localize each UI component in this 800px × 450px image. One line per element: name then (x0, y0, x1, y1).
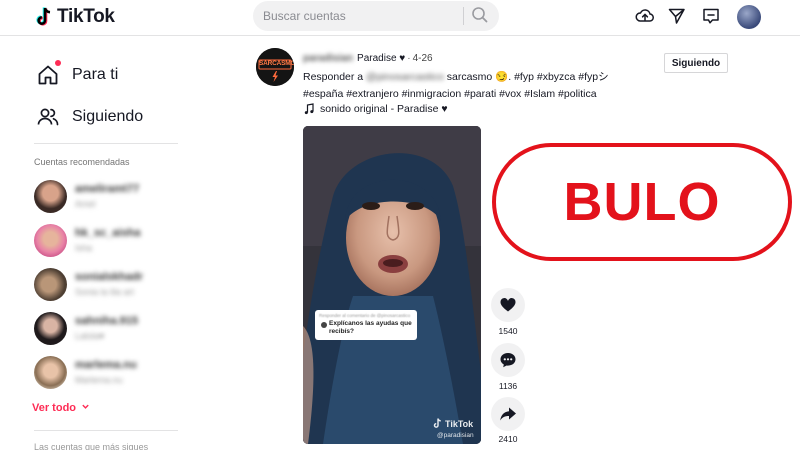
account-name: ameliramt77 (75, 183, 140, 195)
comment-count: 1136 (498, 381, 518, 391)
following-button[interactable]: Siguiendo (664, 53, 728, 73)
recommended-account[interactable]: hk_sc_aisha Isha (34, 224, 184, 260)
author-line: paradisian Paradise ♥ · 4-26 (303, 53, 433, 64)
tiktok-note-icon (36, 7, 51, 26)
see-all-label: Ver todo (32, 402, 77, 414)
inbox-icon[interactable] (701, 6, 721, 26)
sound-link[interactable]: sonido original - Paradise ♥ (303, 103, 448, 115)
account-subtitle: Amel (75, 199, 96, 209)
send-icon[interactable] (667, 6, 687, 26)
profile-avatar[interactable] (737, 5, 761, 29)
caption-prefix: Responder a (303, 71, 364, 83)
home-icon (38, 65, 58, 85)
account-subtitle: Marlema.nu (75, 375, 123, 385)
recommended-account[interactable]: sonialskhadr Sonia la lila art (34, 268, 184, 304)
watermark-text: TikTok (445, 418, 474, 429)
author-avatar-label: SARCASMO (259, 60, 294, 67)
reply-sticker-text: Explícanos las ayudas que recibís? (329, 320, 412, 335)
avatar (34, 268, 67, 301)
nav-for-you-label: Para ti (72, 66, 119, 83)
account-name: hk_sc_aisha (75, 227, 141, 239)
users-icon (37, 108, 59, 126)
account-subtitle: Isha (75, 243, 93, 253)
account-name: sahniha.915 (75, 315, 138, 327)
like-button[interactable] (491, 288, 525, 322)
tiktok-logo[interactable]: TikTok (36, 6, 115, 28)
see-all-link[interactable]: Ver todo (32, 402, 90, 414)
comment-button[interactable] (491, 343, 525, 377)
video-player[interactable] (303, 126, 481, 444)
separator: · (407, 53, 411, 64)
search-divider (463, 7, 464, 25)
notification-dot (55, 60, 61, 66)
share-button[interactable] (491, 397, 525, 431)
avatar (34, 180, 67, 213)
recommended-account[interactable]: sahniha.915 Lalola♥ (34, 312, 184, 348)
watermark-username: @paradisian (437, 432, 474, 439)
post-date: 4-26 (412, 53, 433, 64)
commenter-avatar (321, 322, 327, 328)
nav-following-label: Siguiendo (72, 108, 144, 125)
author-avatar[interactable]: SARCASMO (256, 48, 294, 86)
fact-check-stamp: BULO (492, 143, 792, 261)
chevron-down-icon (82, 404, 89, 409)
following-accounts-heading: Las cuentas que más sigues (34, 442, 149, 450)
video-frame (303, 126, 481, 444)
like-count: 1540 (498, 326, 518, 336)
account-name: sonialskhadr (75, 271, 143, 283)
nav-following[interactable]: Siguiendo (36, 105, 143, 129)
tiktok-note-icon (433, 418, 441, 428)
upload-icon[interactable] (635, 6, 655, 26)
sidebar-divider (34, 430, 178, 431)
reply-comment-sticker: Responder al comentario de @pinosarcasti… (315, 310, 417, 340)
search-input[interactable] (263, 1, 463, 31)
author-username[interactable]: paradisian (303, 53, 353, 64)
tiktok-watermark: TikTok (433, 418, 473, 429)
comment-icon (500, 353, 516, 368)
share-count: 2410 (498, 434, 518, 444)
avatar (34, 356, 67, 389)
reply-sticker-header: Responder al comentario de @pinosarcasti… (319, 313, 411, 318)
sidebar-divider (34, 143, 178, 144)
share-icon (500, 407, 516, 421)
reply-to-user[interactable]: @pinosarcastico (366, 71, 444, 83)
avatar (34, 312, 67, 345)
top-bar: TikTok (0, 0, 800, 36)
logo-text: TikTok (57, 6, 115, 27)
avatar (34, 224, 67, 257)
post-caption: Responder a @pinosarcastico sarcasmo 😏. … (303, 69, 633, 103)
recommended-account[interactable]: marlema.nu Marlema.nu (34, 356, 184, 392)
author-avatar-art (256, 48, 294, 86)
search-icon[interactable] (470, 5, 490, 25)
heart-icon (500, 298, 516, 312)
recommended-heading: Cuentas recomendadas (34, 157, 130, 167)
stamp-text: BULO (563, 172, 721, 232)
author-display-name: Paradise ♥ (357, 53, 406, 64)
nav-for-you[interactable]: Para ti (36, 60, 119, 87)
account-subtitle: Lalola♥ (75, 331, 105, 341)
sound-label: sonido original - Paradise ♥ (320, 103, 448, 115)
account-name: marlema.nu (75, 359, 137, 371)
recommended-account[interactable]: ameliramt77 Amel (34, 180, 184, 216)
account-subtitle: Sonia la lila art (75, 287, 135, 297)
music-note-icon (304, 103, 314, 115)
